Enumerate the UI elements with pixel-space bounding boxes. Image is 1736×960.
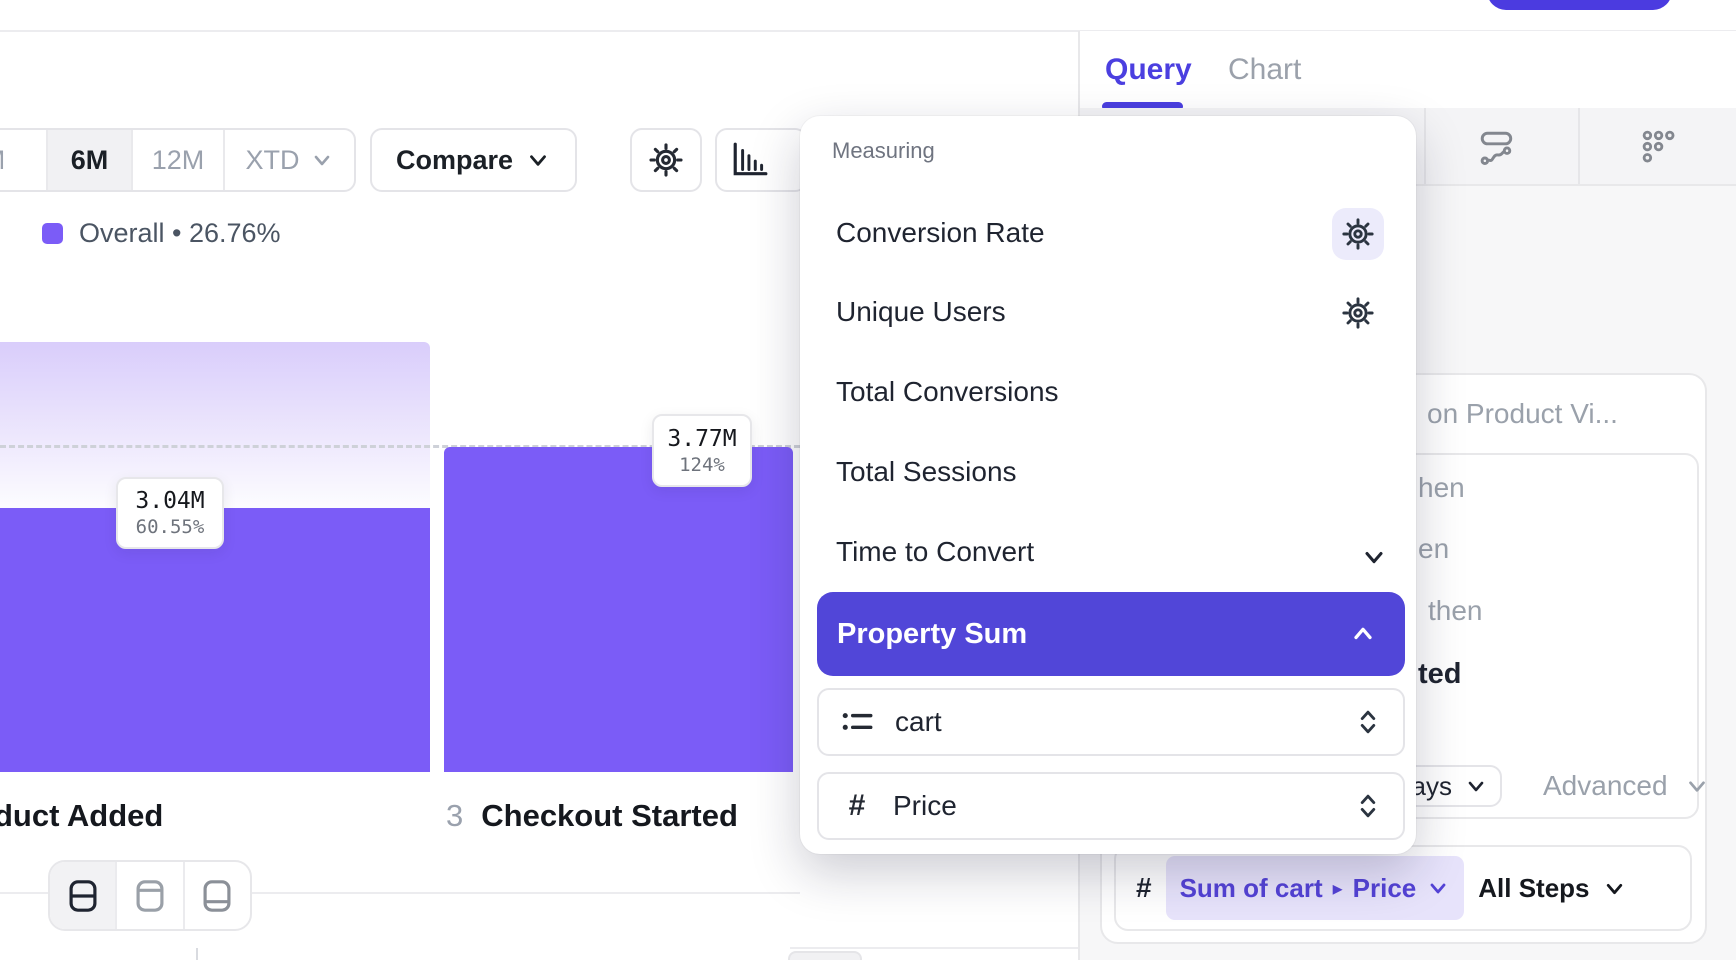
time-range-12m[interactable]: 12M bbox=[133, 130, 225, 190]
tab-chart[interactable]: Chart bbox=[1228, 31, 1301, 108]
breakdown-button[interactable] bbox=[1640, 128, 1678, 166]
step-fragment: hen bbox=[1418, 472, 1465, 504]
layout-split-rows-button[interactable] bbox=[50, 862, 117, 929]
bar-tooltip: 3.77M 124% bbox=[652, 414, 752, 487]
menu-item-property-sum-selected[interactable]: Property Sum bbox=[817, 592, 1405, 676]
step-fragment: then bbox=[1428, 595, 1483, 627]
number-type-icon: # bbox=[1136, 872, 1152, 904]
measured-as-row: # Sum of cart ▸ Price All Steps bbox=[1114, 845, 1692, 931]
menu-item-conversion-rate[interactable]: Conversion Rate bbox=[836, 217, 1045, 249]
tab-query[interactable]: Query bbox=[1105, 31, 1192, 108]
gear-icon bbox=[1342, 297, 1374, 329]
property-event-select[interactable]: cart bbox=[817, 688, 1405, 756]
legend-swatch bbox=[42, 223, 63, 244]
legend-label: Overall • 26.76% bbox=[79, 218, 281, 249]
split-horizontal-icon bbox=[68, 879, 98, 913]
compare-button[interactable]: Compare bbox=[370, 128, 577, 192]
measuring-dropdown: Measuring Conversion Rate Unique Users T… bbox=[800, 116, 1416, 854]
step-fragment: en bbox=[1418, 533, 1449, 565]
menu-item-total-conversions[interactable]: Total Conversions bbox=[836, 376, 1059, 408]
property-select[interactable]: # Price bbox=[817, 772, 1405, 840]
next-chart-divider bbox=[790, 947, 1080, 949]
next-chart-tick bbox=[196, 948, 198, 960]
funnel-bar-checkout-started[interactable] bbox=[444, 447, 793, 772]
unique-users-settings-button[interactable] bbox=[1332, 287, 1384, 339]
time-range-segmented-control: M 6M 12M XTD bbox=[0, 128, 356, 192]
flows-icon bbox=[1478, 128, 1516, 166]
funnel-chart-icon bbox=[731, 141, 769, 179]
tooltip-percent: 124% bbox=[679, 454, 725, 476]
step-name-fragment: ted bbox=[1418, 658, 1462, 691]
chart-type-button[interactable] bbox=[715, 128, 807, 192]
next-chart-bar-top bbox=[788, 951, 862, 960]
chevron-down-icon bbox=[310, 148, 334, 172]
unfold-icon bbox=[1355, 707, 1381, 737]
unfold-icon bbox=[1355, 791, 1381, 821]
layout-bottom-bar-button[interactable] bbox=[185, 862, 250, 929]
toolbar-divider bbox=[1578, 108, 1580, 184]
all-steps-dropdown[interactable]: All Steps bbox=[1478, 873, 1626, 904]
split-top-icon bbox=[135, 879, 165, 913]
breadcrumb-arrow-icon: ▸ bbox=[1333, 876, 1343, 901]
conversion-rate-settings-button[interactable] bbox=[1332, 208, 1384, 260]
chevron-down-icon bbox=[1602, 876, 1627, 901]
list-icon bbox=[841, 707, 875, 737]
time-range-xtd[interactable]: XTD bbox=[225, 130, 354, 190]
chevron-down-icon bbox=[525, 147, 551, 173]
menu-item-time-to-convert[interactable]: Time to Convert bbox=[836, 536, 1034, 568]
menu-item-total-sessions[interactable]: Total Sessions bbox=[836, 456, 1017, 488]
gear-icon bbox=[1342, 218, 1374, 250]
step-label-product-added: duct Added bbox=[0, 798, 163, 834]
chevron-down-icon bbox=[1464, 774, 1488, 798]
dots-grid-icon bbox=[1640, 128, 1678, 166]
dropdown-title: Measuring bbox=[832, 138, 935, 164]
menu-item-unique-users[interactable]: Unique Users bbox=[836, 296, 1006, 328]
gear-icon bbox=[649, 143, 683, 177]
tooltip-percent: 60.55% bbox=[136, 516, 205, 538]
chart-settings-button[interactable] bbox=[630, 128, 702, 192]
query-card-title: on Product Vi... bbox=[1427, 398, 1618, 430]
step-label-checkout-started: 3 Checkout Started bbox=[446, 798, 738, 834]
number-type-icon: # bbox=[841, 789, 873, 823]
time-range-3m[interactable]: M bbox=[0, 130, 48, 190]
split-bottom-icon bbox=[202, 879, 232, 913]
chevron-down-icon bbox=[1360, 543, 1388, 571]
advanced-dropdown[interactable]: Advanced bbox=[1543, 770, 1710, 802]
layout-toggle-group bbox=[48, 860, 252, 931]
save-button[interactable] bbox=[1487, 0, 1672, 10]
chevron-up-icon bbox=[1349, 620, 1377, 648]
tooltip-value: 3.77M bbox=[667, 426, 736, 452]
toolbar-divider bbox=[1424, 108, 1426, 184]
chevron-down-icon bbox=[1684, 773, 1710, 799]
app-window: M 6M 12M XTD Compare bbox=[0, 0, 1736, 960]
series-legend: Overall • 26.76% bbox=[42, 218, 281, 249]
time-range-6m[interactable]: 6M bbox=[48, 130, 133, 190]
measure-property-chip[interactable]: Sum of cart ▸ Price bbox=[1166, 856, 1465, 920]
flows-button[interactable] bbox=[1478, 128, 1516, 166]
layout-top-bar-button[interactable] bbox=[117, 862, 184, 929]
panel-tabs: Query Chart bbox=[1080, 31, 1736, 108]
bar-tooltip: 3.04M 60.55% bbox=[116, 477, 224, 549]
tooltip-value: 3.04M bbox=[135, 488, 204, 514]
chevron-down-icon bbox=[1426, 876, 1450, 900]
